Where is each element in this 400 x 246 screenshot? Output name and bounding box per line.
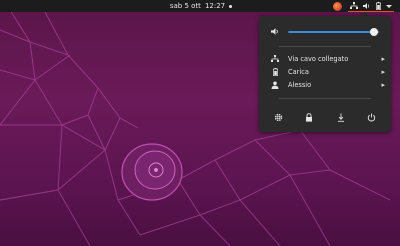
menu-item-power[interactable]: Carica ▸ [271, 66, 385, 78]
network-icon [350, 1, 358, 9]
system-tray [333, 0, 394, 12]
volume-icon [363, 2, 370, 9]
system-menu-button[interactable] [348, 0, 394, 12]
app-icon[interactable] [333, 1, 342, 11]
volume-row [271, 27, 383, 37]
menu-item-label: Carica [288, 68, 309, 76]
network-icon [271, 55, 279, 63]
menu-item-network[interactable]: Via cavo collegato ▸ [271, 53, 385, 65]
dropdown-arrow-icon [386, 4, 392, 8]
volume-icon [271, 28, 278, 35]
separator [279, 98, 371, 99]
menu-item-label: Via cavo collegato [288, 55, 349, 63]
chevron-right-icon: ▸ [381, 68, 385, 76]
battery-icon [271, 68, 279, 76]
rotation-lock-icon[interactable] [336, 112, 346, 122]
power-icon[interactable] [367, 112, 377, 122]
system-menu: Via cavo collegato ▸ Carica ▸ Alessio ▸ [259, 16, 391, 132]
clock-time: 12:27 [204, 2, 226, 10]
action-buttons [273, 112, 377, 122]
clock-date: sab 5 ott [169, 2, 201, 10]
separator [279, 46, 371, 47]
menu-item-label: Alessio [288, 81, 312, 89]
notification-dot-icon [229, 4, 233, 8]
battery-icon [376, 1, 381, 10]
settings-icon[interactable] [273, 112, 283, 122]
chevron-right-icon: ▸ [381, 81, 385, 89]
menu-item-user[interactable]: Alessio ▸ [271, 79, 385, 91]
user-icon [271, 81, 279, 89]
volume-slider-handle[interactable] [370, 28, 379, 36]
lock-icon[interactable] [304, 112, 314, 122]
chevron-right-icon: ▸ [381, 55, 385, 63]
volume-slider[interactable] [288, 31, 379, 33]
